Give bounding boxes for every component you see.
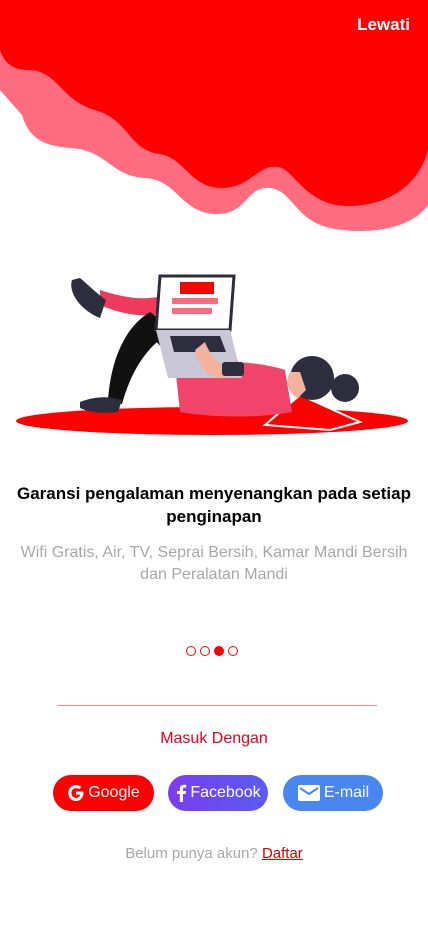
page-dot-3-active[interactable] xyxy=(214,646,224,656)
google-icon xyxy=(67,784,85,802)
email-login-button[interactable]: E-mail xyxy=(283,775,383,811)
divider xyxy=(58,705,377,706)
onboarding-illustration xyxy=(16,274,408,435)
facebook-button-label: Facebook xyxy=(190,784,261,801)
onboarding-subtitle: Wifi Gratis, Air, TV, Seprai Bersih, Kam… xyxy=(20,544,408,583)
login-with-heading: Masuk Dengan xyxy=(160,730,268,747)
email-button-label: E-mail xyxy=(323,784,370,801)
google-button-label: Google xyxy=(88,784,140,801)
facebook-login-button[interactable]: Facebook xyxy=(168,775,268,811)
signup-prompt-text: Belum punya akun? xyxy=(125,845,258,862)
mail-icon xyxy=(297,783,321,803)
page-indicator xyxy=(186,646,238,656)
page-dot-2[interactable] xyxy=(200,646,210,656)
skip-button[interactable]: Lewati xyxy=(357,15,410,35)
signup-prompt: Belum punya akun? Daftar xyxy=(0,845,428,862)
signup-link[interactable]: Daftar xyxy=(262,845,303,862)
facebook-icon xyxy=(175,784,187,802)
page-dot-4[interactable] xyxy=(228,646,238,656)
onboarding-title: Garansi pengalaman menyenangkan pada set… xyxy=(17,484,411,526)
page-dot-1[interactable] xyxy=(186,646,196,656)
header-blob-decoration xyxy=(0,0,428,232)
google-login-button[interactable]: Google xyxy=(53,775,154,811)
